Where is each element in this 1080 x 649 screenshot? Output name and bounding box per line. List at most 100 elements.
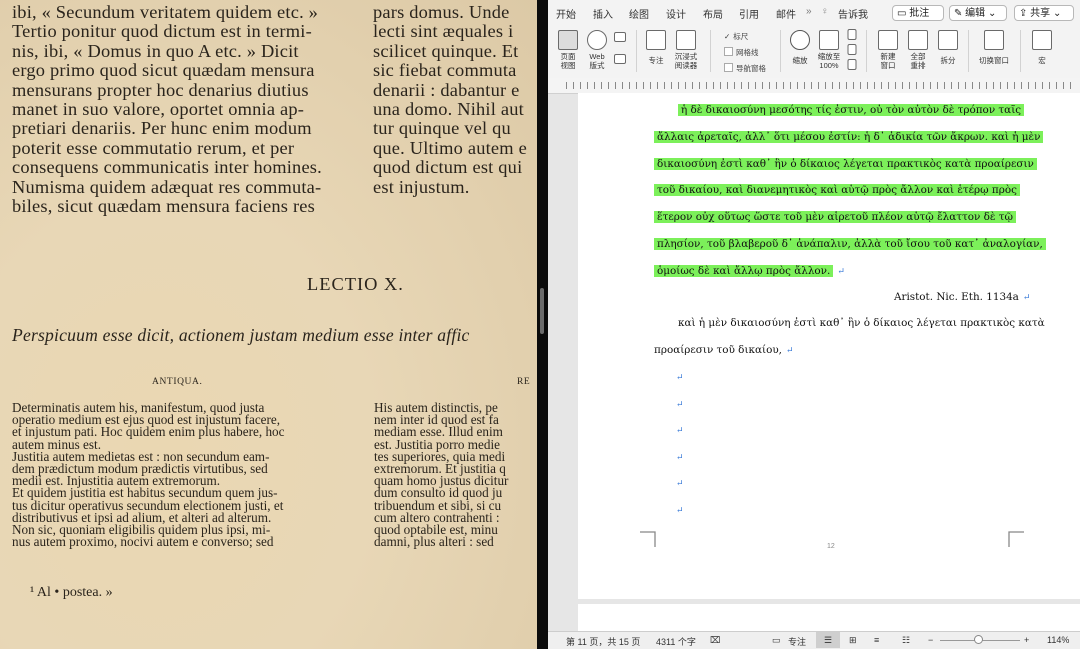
print-layout-icon[interactable]: ☰ bbox=[816, 632, 840, 648]
highlighted-line-text: δικαιοσύνη ἐστὶ καθ᾽ ἣν ὁ δίκαιος λέγετα… bbox=[654, 157, 1037, 170]
outline-icon bbox=[614, 32, 626, 42]
comment-button[interactable]: ▭ 批注 bbox=[892, 5, 944, 21]
scan-line-left: pretiari denariis. Per hunc enim modum bbox=[12, 118, 312, 139]
switch-window-icon bbox=[984, 30, 1004, 50]
zoom-100-icon bbox=[819, 30, 839, 50]
footnote: ¹ Al • postea. » bbox=[30, 585, 113, 600]
gridlines-checkbox[interactable]: 网格线 bbox=[724, 47, 759, 58]
tab-more-icon[interactable]: » bbox=[806, 6, 812, 17]
split-label: 拆分 bbox=[940, 56, 956, 65]
scan-small-line-right: damni, plus alteri : sed bbox=[374, 534, 494, 550]
highlighted-line-text: τοῦ δικαίου, καὶ διανεμητικὸς καὶ αὑτῷ π… bbox=[654, 184, 1020, 197]
word-count[interactable]: 4311 个字 bbox=[656, 635, 696, 648]
zoom-100-button[interactable]: 缩放至 100% bbox=[814, 26, 844, 76]
horizontal-ruler[interactable] bbox=[548, 78, 1080, 94]
tab-mailings[interactable]: 邮件 bbox=[776, 6, 796, 21]
scan-line-left: ergo primo quod sicut quædam mensura bbox=[12, 60, 315, 81]
immersive-reader-button[interactable]: 沉浸式 阅读器 bbox=[670, 26, 702, 76]
tab-home[interactable]: 开始 bbox=[556, 6, 576, 21]
tell-me-search[interactable]: 告诉我 bbox=[838, 6, 868, 21]
paragraph-mark: ↵ bbox=[676, 426, 684, 437]
page-view-button[interactable]: 页面 视图 bbox=[554, 26, 582, 76]
zoom-label: 缩放 bbox=[792, 56, 808, 65]
book-icon bbox=[676, 30, 696, 50]
outline-button[interactable] bbox=[612, 26, 628, 76]
tab-design[interactable]: 设计 bbox=[666, 6, 686, 21]
web-layout-icon[interactable]: ⊞ bbox=[849, 635, 857, 646]
focus-button[interactable]: 专注 bbox=[644, 26, 668, 76]
highlighted-line: ἕτερον οὐχ οὕτως ὥστε τοῦ μὲν αἱρετοῦ πλ… bbox=[654, 209, 1016, 226]
column-heading-right: RE bbox=[517, 377, 531, 387]
zoom-in-icon[interactable]: + bbox=[1024, 635, 1029, 645]
draft-icon bbox=[614, 54, 626, 64]
zoom-100-label: 缩放至 100% bbox=[817, 52, 841, 70]
highlighted-line: ἡ δὲ δικαιοσύνη μεσότης τίς ἐστιν, οὐ τὸ… bbox=[678, 102, 1025, 119]
nav-pane-checkbox[interactable]: 导航窗格 bbox=[724, 63, 766, 74]
new-window-button[interactable]: 新建 窗口 bbox=[874, 26, 902, 76]
immersive-reader-label: 沉浸式 阅读器 bbox=[674, 52, 698, 70]
italic-summary: Perspicuum esse dicit, actionem justam m… bbox=[12, 325, 470, 345]
scanned-book-page: ibi, « Secundum veritatem quidem etc. » p… bbox=[0, 0, 537, 649]
highlighted-line: δικαιοσύνη ἐστὶ καθ᾽ ἣν ὁ δίκαιος λέγετα… bbox=[654, 156, 1037, 173]
outline-view-icon[interactable]: ≡ bbox=[874, 635, 879, 645]
paragraph-mark: ↵ bbox=[676, 479, 684, 490]
document-page[interactable]: ἡ δὲ δικαιοσύνη μεσότης τίς ἐστιν, οὐ τὸ… bbox=[578, 93, 1080, 599]
macros-button[interactable]: 宏 bbox=[1028, 26, 1056, 76]
next-page bbox=[578, 604, 1080, 634]
tab-layout[interactable]: 布局 bbox=[703, 6, 723, 21]
tab-insert[interactable]: 插入 bbox=[593, 6, 613, 21]
highlighted-line-text: ἡ δὲ δικαιοσύνη μεσότης τίς ἐστιν, οὐ τὸ… bbox=[678, 104, 1025, 116]
split-button[interactable]: 拆分 bbox=[934, 26, 962, 76]
pencil-icon: ✎ bbox=[954, 8, 963, 19]
zoom-out-icon[interactable]: − bbox=[928, 635, 933, 645]
ribbon-tabs: 开始 插入 绘图 设计 布局 引用 邮件 » ♀ 告诉我 ▭ 批注 ✎ 编辑 ⌄… bbox=[548, 0, 1080, 26]
multiple-pages-icon bbox=[847, 44, 857, 55]
scan-line-right: est injustum. bbox=[373, 176, 470, 197]
arrange-all-button[interactable]: 全部 重排 bbox=[904, 26, 932, 76]
crop-mark-right bbox=[1008, 531, 1024, 547]
checkbox-icon bbox=[724, 63, 733, 72]
scan-line-right: una domo. Nihil aut bbox=[373, 99, 524, 119]
tab-draw[interactable]: 绘图 bbox=[629, 6, 649, 21]
check-icon: ✓ bbox=[724, 32, 731, 41]
share-icon: ⇪ bbox=[1019, 8, 1028, 19]
comment-icon: ▭ bbox=[897, 8, 907, 19]
share-button[interactable]: ⇪ 共享 ⌄ bbox=[1014, 5, 1074, 21]
tab-references[interactable]: 引用 bbox=[739, 6, 759, 21]
focus-icon bbox=[646, 30, 666, 50]
split-view-divider[interactable] bbox=[537, 0, 548, 649]
one-page-icon bbox=[847, 29, 857, 40]
body-line-text: καὶ ἡ μὲν δικαιοσύνη ἐστὶ καθ᾽ ἣν ὁ δίκα… bbox=[678, 317, 1045, 329]
new-window-label: 新建 窗口 bbox=[880, 52, 896, 70]
citation-text: Aristot. Nic. Eth. 1134a bbox=[894, 291, 1019, 303]
draft-view-icon[interactable]: ☷ bbox=[902, 635, 910, 646]
page-count[interactable]: 第 11 页，共 15 页 bbox=[566, 635, 640, 648]
share-label: 共享 bbox=[1030, 8, 1051, 19]
edit-button[interactable]: ✎ 编辑 ⌄ bbox=[949, 5, 1007, 21]
divider-handle[interactable] bbox=[540, 288, 544, 334]
scan-line-left: manet in suo valore, oportet omnia ap- bbox=[12, 99, 305, 119]
zoom-slider-thumb[interactable] bbox=[974, 635, 983, 644]
scan-line-right: denarii : dabantur e bbox=[373, 79, 520, 100]
scan-line-right: lecti sint æquales i bbox=[373, 21, 514, 42]
focus-mode-label[interactable]: 专注 bbox=[788, 635, 806, 648]
highlighted-line: ἄλλαις ἀρεταῖς, ἀλλ᾽ ὅτι μέσου ἐστίν: ἡ … bbox=[654, 129, 1044, 146]
zoom-level[interactable]: 114% bbox=[1047, 635, 1069, 645]
scan-line-left: mensurans propter hoc denarius diutius bbox=[12, 79, 309, 100]
proofing-icon[interactable]: ⌧ bbox=[710, 635, 720, 646]
scan-line-left: Tertio ponitur quod dictum est in termi- bbox=[12, 21, 312, 42]
paragraph-mark: ↵ bbox=[676, 452, 684, 463]
switch-window-button[interactable]: 切换窗口 bbox=[974, 26, 1014, 76]
zoom-button[interactable]: 缩放 bbox=[786, 26, 814, 76]
magnifier-icon bbox=[790, 30, 810, 50]
new-window-icon bbox=[878, 30, 898, 50]
page-width-button[interactable] bbox=[845, 26, 859, 76]
ruler-checkbox[interactable]: ✓ 标尺 bbox=[724, 31, 748, 42]
focus-mode-icon[interactable]: ▭ bbox=[772, 635, 781, 646]
citation: Aristot. Nic. Eth. 1134a ↵ bbox=[894, 289, 1030, 306]
page-view-icon bbox=[558, 30, 578, 50]
nav-pane-label: 导航窗格 bbox=[736, 64, 766, 73]
highlighted-line-text: ὁμοίως δὲ καὶ ἄλλῳ πρὸς ἄλλον. bbox=[654, 264, 834, 277]
web-layout-button[interactable]: Web 版式 bbox=[583, 26, 611, 76]
crop-mark-left bbox=[640, 531, 656, 547]
